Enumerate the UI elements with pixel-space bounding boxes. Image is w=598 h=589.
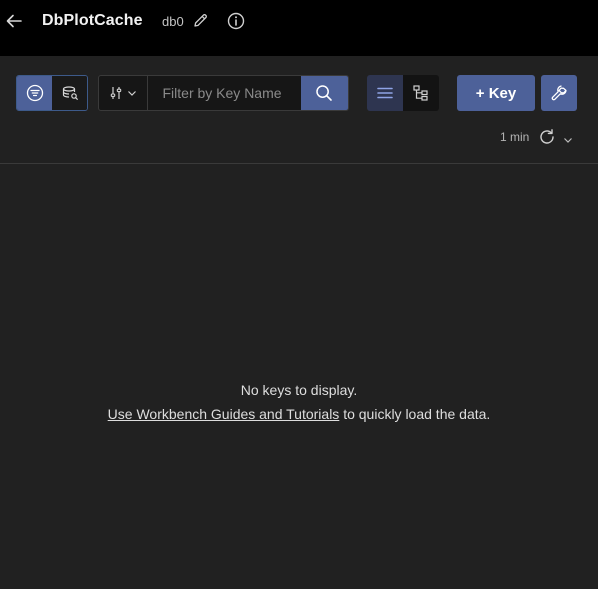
filter-mode-group <box>16 75 88 111</box>
search-by-values-button[interactable] <box>52 76 87 110</box>
refresh-icon[interactable] <box>538 128 556 146</box>
database-search-icon <box>62 86 78 100</box>
list-view-button[interactable] <box>367 75 403 111</box>
filter-icon <box>26 84 43 102</box>
add-key-button[interactable]: + Key <box>457 75 535 111</box>
chevron-down-icon <box>127 91 136 96</box>
bulk-actions-button[interactable] <box>541 75 577 111</box>
search-input[interactable] <box>147 76 301 110</box>
pencil-icon[interactable] <box>193 13 208 28</box>
key-type-filter-select[interactable] <box>99 76 148 110</box>
database-name: DbPlotCache <box>42 12 143 29</box>
key-search-bar <box>98 75 349 111</box>
empty-state-message: No keys to display. <box>240 382 358 398</box>
view-mode-toggle <box>367 75 439 111</box>
tree-view-button[interactable] <box>403 75 439 111</box>
filter-by-key-button[interactable] <box>17 76 52 110</box>
tree-icon <box>413 85 428 101</box>
auto-refresh-chevron-icon[interactable] <box>563 132 573 143</box>
search-icon <box>316 85 333 101</box>
sliders-icon <box>110 87 122 99</box>
empty-state-hint: Use Workbench Guides and Tutorials to qu… <box>0 406 598 422</box>
wrench-icon <box>551 85 567 101</box>
top-header: DbPlotCache db0 <box>0 0 598 56</box>
keys-toolbar: + Key 1 min <box>0 56 598 164</box>
last-refresh-time: 1 min <box>500 130 530 144</box>
workbench-guides-link[interactable]: Use Workbench Guides and Tutorials <box>108 406 340 422</box>
list-icon <box>377 87 393 99</box>
back-arrow-icon[interactable] <box>5 12 23 30</box>
search-button[interactable] <box>300 76 348 110</box>
empty-state-hint-suffix: to quickly load the data. <box>339 406 491 422</box>
info-icon[interactable] <box>227 12 245 30</box>
database-index: db0 <box>162 14 184 29</box>
